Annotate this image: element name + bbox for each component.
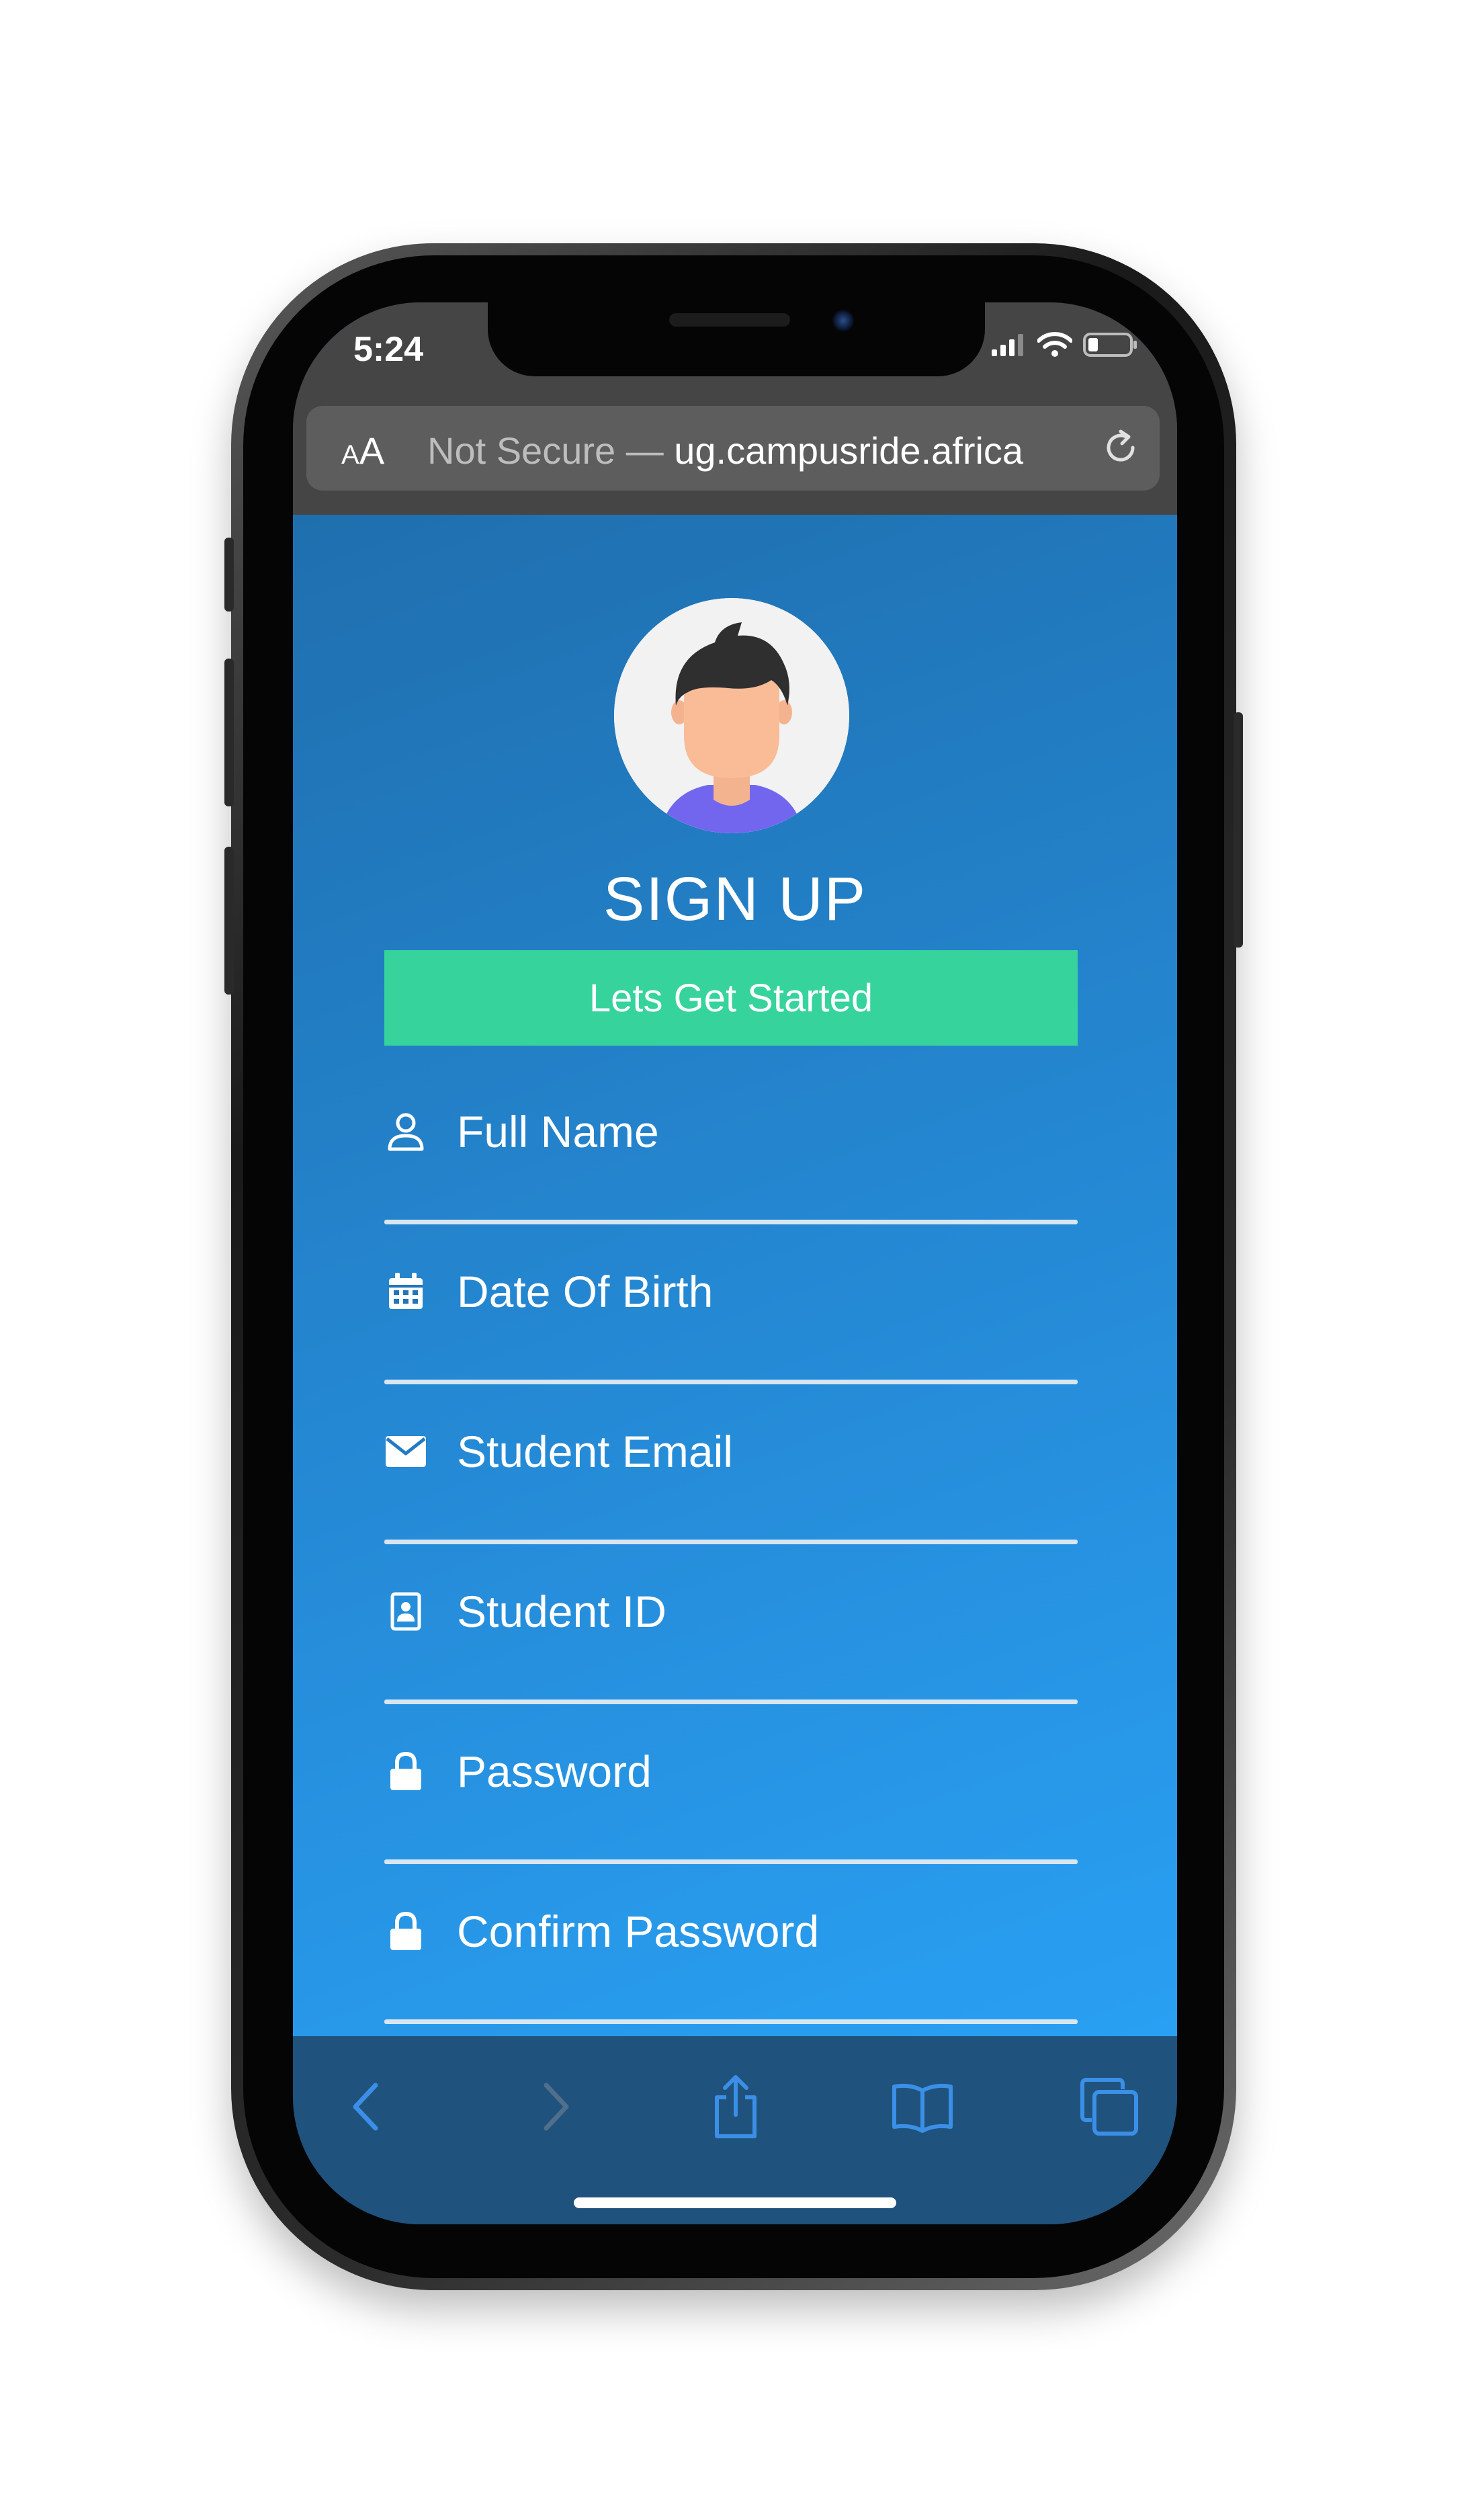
url-security-label: Not Secure —	[427, 429, 664, 472]
date-of-birth-field[interactable]: Date Of Birth	[384, 1224, 1078, 1384]
student-email-field[interactable]: Student Email	[384, 1384, 1078, 1544]
share-icon	[715, 2075, 757, 2138]
field-underline	[384, 2019, 1078, 2024]
date-of-birth-placeholder: Date Of Birth	[457, 1267, 714, 1316]
status-time: 5:24	[353, 330, 424, 369]
confirm-password-placeholder: Confirm Password	[457, 1906, 820, 1956]
student-id-field[interactable]: Student ID	[384, 1544, 1078, 1704]
notch	[488, 302, 985, 376]
back-icon	[353, 2083, 378, 2131]
battery-icon	[1083, 333, 1137, 357]
user-avatar-illustration	[614, 598, 849, 833]
home-indicator[interactable]	[574, 2197, 896, 2208]
student-id-placeholder: Student ID	[457, 1587, 666, 1636]
id-card-icon	[384, 1590, 427, 1633]
address-bar[interactable]: AA Not Secure — ug.campusride.africa	[306, 406, 1160, 491]
phone-screen: 5:24 AA Not Secure — ug.campusride.afric…	[293, 302, 1177, 2224]
front-camera	[832, 309, 855, 332]
share-button[interactable]	[699, 2070, 773, 2144]
field-underline	[384, 1859, 1078, 1864]
field-underline	[384, 1380, 1078, 1384]
speaker-grille	[669, 313, 790, 327]
lets-get-started-button[interactable]: Lets Get Started	[384, 950, 1078, 1046]
url-domain: ug.campusride.africa	[663, 429, 1024, 472]
field-underline	[384, 1540, 1078, 1544]
field-underline	[384, 1699, 1078, 1704]
browser-toolbar	[293, 2036, 1177, 2224]
url-text[interactable]: Not Secure — ug.campusride.africa	[427, 429, 1023, 472]
confirm-password-field[interactable]: Confirm Password	[384, 1864, 1078, 2024]
lock-icon	[384, 1750, 427, 1793]
lock-icon	[384, 1910, 427, 1953]
page-title: SIGN UP	[603, 865, 867, 933]
calendar-icon	[384, 1270, 427, 1313]
avatar	[614, 598, 849, 833]
mute-switch	[224, 538, 234, 612]
full-name-placeholder: Full Name	[457, 1107, 659, 1157]
status-icons	[992, 332, 1138, 358]
bookmarks-button[interactable]	[886, 2070, 959, 2144]
cellular-signal-icon	[992, 334, 1023, 356]
back-button[interactable]	[331, 2070, 404, 2144]
wifi-icon	[1037, 332, 1072, 357]
forward-icon	[544, 2083, 569, 2131]
status-bar: 5:24	[293, 302, 1177, 403]
power-button	[1234, 712, 1243, 948]
password-placeholder: Password	[457, 1747, 652, 1796]
volume-up-button	[224, 659, 234, 806]
envelope-icon	[384, 1430, 427, 1473]
reload-icon[interactable]	[1101, 427, 1142, 469]
volume-down-button	[224, 847, 234, 995]
password-field[interactable]: Password	[384, 1704, 1078, 1864]
page-content: SIGN UP Lets Get Started Full Name Date …	[293, 515, 1177, 2036]
student-email-placeholder: Student Email	[457, 1427, 733, 1476]
full-name-field[interactable]: Full Name	[384, 1064, 1078, 1224]
forward-button[interactable]	[517, 2070, 591, 2144]
tabs-icon	[1080, 2078, 1138, 2136]
bookmarks-icon	[892, 2083, 953, 2133]
user-icon	[384, 1110, 427, 1153]
text-size-button[interactable]: AA	[341, 429, 384, 472]
tabs-button[interactable]	[1072, 2070, 1146, 2144]
field-underline	[384, 1220, 1078, 1224]
